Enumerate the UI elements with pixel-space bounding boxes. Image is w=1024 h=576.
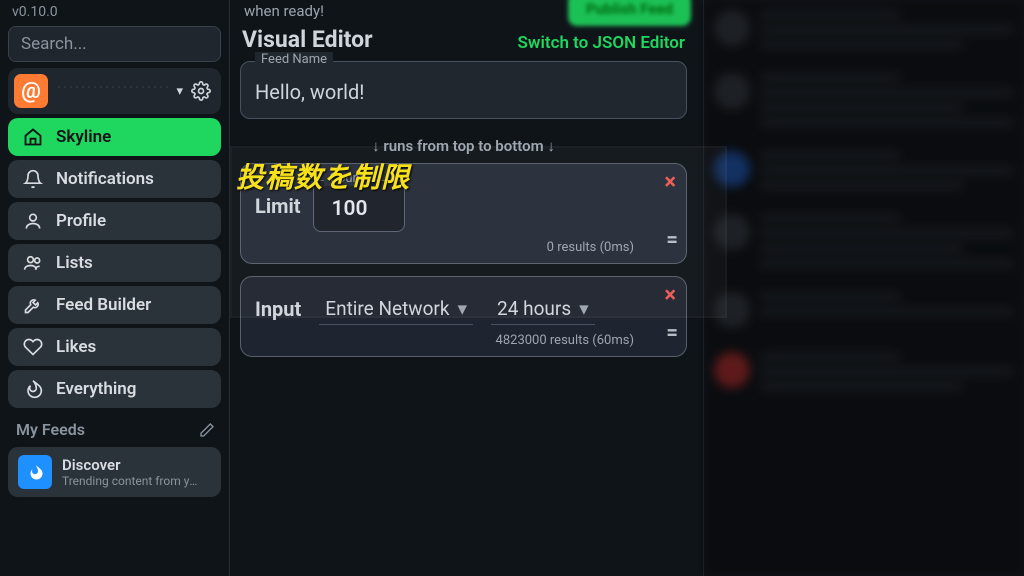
drag-handle-icon[interactable]: = [666,320,676,344]
feed-column [704,0,1024,576]
feed-subtitle: Trending content from yo... [62,474,202,488]
block-input-footer: 4823000 results (60ms) [255,325,672,348]
pipeline-direction-text: ↓ runs from top to bottom ↓ [236,119,691,163]
close-icon[interactable]: × [664,172,676,194]
count-value: 100 [332,197,386,221]
pencil-icon[interactable] [199,422,215,438]
user-icon [22,211,44,231]
limit-count-input[interactable]: Count 100 [313,180,405,232]
visual-editor-title: Visual Editor [242,26,373,53]
main-editor: Publish Feed when ready! Visual Editor S… [230,0,704,576]
sidebar-item-lists[interactable]: Lists [8,244,221,282]
feed-name-value: Hello, world! [255,80,672,104]
feed-card-discover[interactable]: Discover Trending content from yo... [8,447,221,497]
bell-icon [22,169,44,189]
my-feeds-label: My Feeds [16,420,85,439]
sidebar-item-label: Likes [56,337,96,357]
sidebar-item-label: Everything [56,379,136,399]
input-source-dropdown[interactable]: Entire Network ▾ [319,293,473,325]
sidebar-item-label: Lists [56,253,93,273]
caret-down-icon: ▾ [579,297,589,320]
block-limit-label: Limit [255,194,301,218]
chevron-down-icon[interactable]: ▾ [176,84,183,99]
sidebar-item-feedbuilder[interactable]: Feed Builder [8,286,221,324]
handle-badge: @ [14,74,48,108]
profile-bar[interactable]: @ ▾ [8,68,221,114]
dropdown-value: Entire Network [325,297,449,320]
feed-name-label: Feed Name [255,52,333,67]
block-limit-footer: 0 results (0ms) [255,232,672,255]
publish-feed-button[interactable]: Publish Feed [568,0,691,26]
sidebar-item-notifications[interactable]: Notifications [8,160,221,198]
block-limit: × Limit Count 100 = 0 results (0ms) [240,163,687,264]
block-input: × Input Entire Network ▾ 24 hours ▾ = 48… [240,276,687,357]
sidebar: v0.10.0 Search... @ ▾ Skyline Notificati… [0,0,230,576]
close-icon[interactable]: × [664,285,676,307]
count-label: Count [324,171,370,186]
search-input[interactable]: Search... [8,26,221,62]
flame-icon [18,455,52,489]
caret-down-icon: ▾ [458,297,468,320]
gear-icon[interactable] [191,81,211,101]
feed-name-input[interactable]: Feed Name Hello, world! [240,61,687,119]
profile-handle-placeholder [56,84,168,98]
feed-title: Discover [62,456,202,474]
input-window-dropdown[interactable]: 24 hours ▾ [491,293,595,325]
dropdown-value: 24 hours [497,297,571,320]
sidebar-item-likes[interactable]: Likes [8,328,221,366]
sidebar-item-label: Profile [56,211,106,231]
flame-icon [22,379,44,399]
heart-icon [22,337,44,357]
sidebar-item-profile[interactable]: Profile [8,202,221,240]
drag-handle-icon[interactable]: = [666,227,676,251]
version-label: v0.10.0 [8,4,221,22]
wrench-icon [22,295,44,315]
sidebar-item-everything[interactable]: Everything [8,370,221,408]
people-icon [22,253,44,273]
search-placeholder: Search... [21,34,87,54]
sidebar-item-label: Feed Builder [56,295,151,315]
my-feeds-header: My Feeds [8,412,221,439]
sidebar-item-label: Notifications [56,169,154,189]
home-icon [22,127,44,147]
block-input-label: Input [255,297,301,321]
sidebar-item-skyline[interactable]: Skyline [8,118,221,156]
switch-json-editor-link[interactable]: Switch to JSON Editor [518,33,685,53]
sidebar-item-label: Skyline [56,127,111,147]
